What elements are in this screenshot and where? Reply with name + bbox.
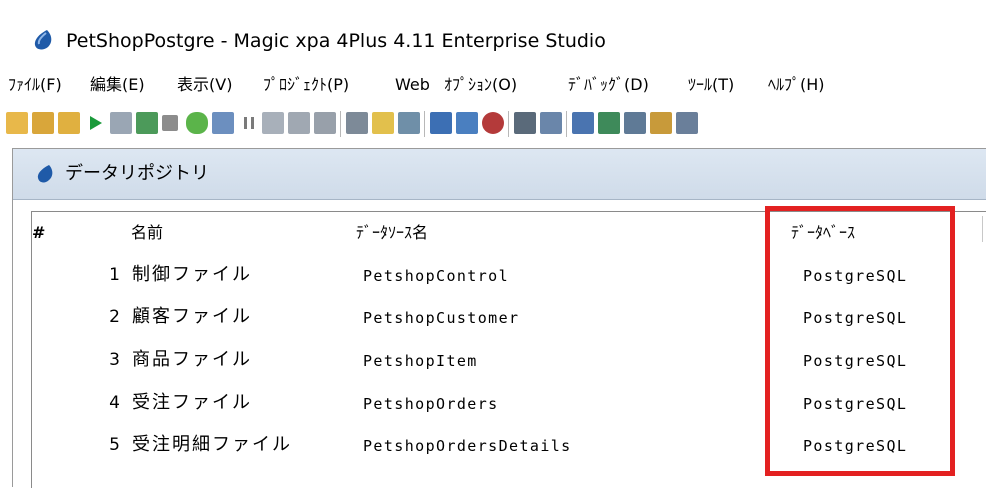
table-icon[interactable]	[624, 112, 646, 134]
breakpoint-icon[interactable]	[482, 112, 504, 134]
menu-help[interactable]: ﾍﾙﾌﾟ(H)	[768, 74, 825, 96]
menu-bar: ﾌｧｲﾙ(F) 編集(E) 表示(V) ﾌﾟﾛｼﾞｪｸﾄ(P) Web ｵﾌﾟｼ…	[0, 66, 986, 102]
row-datasource[interactable]: PetshopControl	[363, 265, 509, 287]
toolbar-separator	[424, 111, 425, 137]
stop-icon[interactable]	[162, 115, 178, 131]
repository-header: データリポジトリ	[13, 149, 986, 200]
column-separator	[982, 216, 983, 242]
open-project-icon[interactable]	[32, 112, 54, 134]
window-title: PetShopPostgre - Magic xpa 4Plus 4.11 En…	[66, 30, 606, 52]
row-name[interactable]: 受注ファイル	[132, 392, 252, 414]
list-icon[interactable]	[540, 112, 562, 134]
paste-icon[interactable]	[598, 112, 620, 134]
new-project-icon[interactable]	[6, 112, 28, 134]
row-name[interactable]: 顧客ファイル	[132, 306, 252, 328]
android-icon[interactable]	[186, 112, 208, 134]
row-number: 3	[109, 350, 120, 370]
row-datasource[interactable]: PetshopItem	[363, 350, 478, 372]
step-into-icon[interactable]	[288, 112, 310, 134]
database-column-highlight	[765, 206, 955, 476]
row-datasource[interactable]: PetshopCustomer	[363, 307, 519, 329]
row-number: 1	[109, 265, 120, 285]
user-icon[interactable]	[650, 112, 672, 134]
toolbar-separator	[508, 111, 509, 137]
menu-options[interactable]: ｵﾌﾟｼｮﾝ(O)	[444, 74, 517, 96]
row-datasource[interactable]: PetshopOrders	[363, 393, 499, 415]
menu-tools[interactable]: ﾂｰﾙ(T)	[688, 74, 734, 96]
toolbar	[0, 102, 986, 146]
menu-debug[interactable]: ﾃﾞﾊﾞｯｸﾞ(D)	[568, 74, 649, 96]
search-icon[interactable]	[514, 112, 536, 134]
row-datasource[interactable]: PetshopOrdersDetails	[363, 435, 572, 457]
open-folder-icon[interactable]	[58, 112, 80, 134]
menu-project[interactable]: ﾌﾟﾛｼﾞｪｸﾄ(P)	[263, 74, 349, 96]
step-icon[interactable]	[262, 112, 284, 134]
menu-file[interactable]: ﾌｧｲﾙ(F)	[8, 74, 62, 96]
preview-icon[interactable]	[212, 112, 234, 134]
structure-icon[interactable]	[456, 112, 478, 134]
row-name[interactable]: 制御ファイル	[132, 264, 252, 286]
menu-view[interactable]: 表示(V)	[177, 74, 232, 96]
export-icon[interactable]	[136, 112, 158, 134]
title-bar: PetShopPostgre - Magic xpa 4Plus 4.11 En…	[0, 0, 986, 66]
row-number: 5	[109, 435, 120, 455]
toolbar-separator	[566, 111, 567, 137]
tree-icon[interactable]	[430, 112, 452, 134]
wizard-icon[interactable]	[372, 112, 394, 134]
row-name[interactable]: 商品ファイル	[132, 349, 252, 371]
column-header-name[interactable]: 名前	[131, 222, 163, 244]
checker-icon[interactable]	[398, 112, 420, 134]
row-name[interactable]: 受注明細ファイル	[132, 434, 292, 456]
row-number: 4	[109, 393, 120, 413]
menu-web[interactable]: Web	[395, 74, 430, 96]
run-icon[interactable]	[84, 112, 106, 134]
menu-edit[interactable]: 編集(E)	[90, 74, 145, 96]
toolbar-separator	[340, 111, 341, 137]
step-out-icon[interactable]	[314, 112, 336, 134]
repository-title: データリポジトリ	[65, 163, 209, 184]
device-icon[interactable]	[346, 112, 368, 134]
pause-icon[interactable]	[238, 112, 260, 134]
column-header-number[interactable]: #	[32, 222, 45, 244]
magic-repository-icon	[37, 165, 53, 183]
column-header-datasource[interactable]: ﾃﾞｰﾀｿｰｽ名	[356, 222, 428, 244]
magic-app-icon	[34, 30, 52, 50]
copy-icon[interactable]	[572, 112, 594, 134]
row-number: 2	[109, 307, 120, 327]
form-icon[interactable]	[676, 112, 698, 134]
build-icon[interactable]	[110, 112, 132, 134]
